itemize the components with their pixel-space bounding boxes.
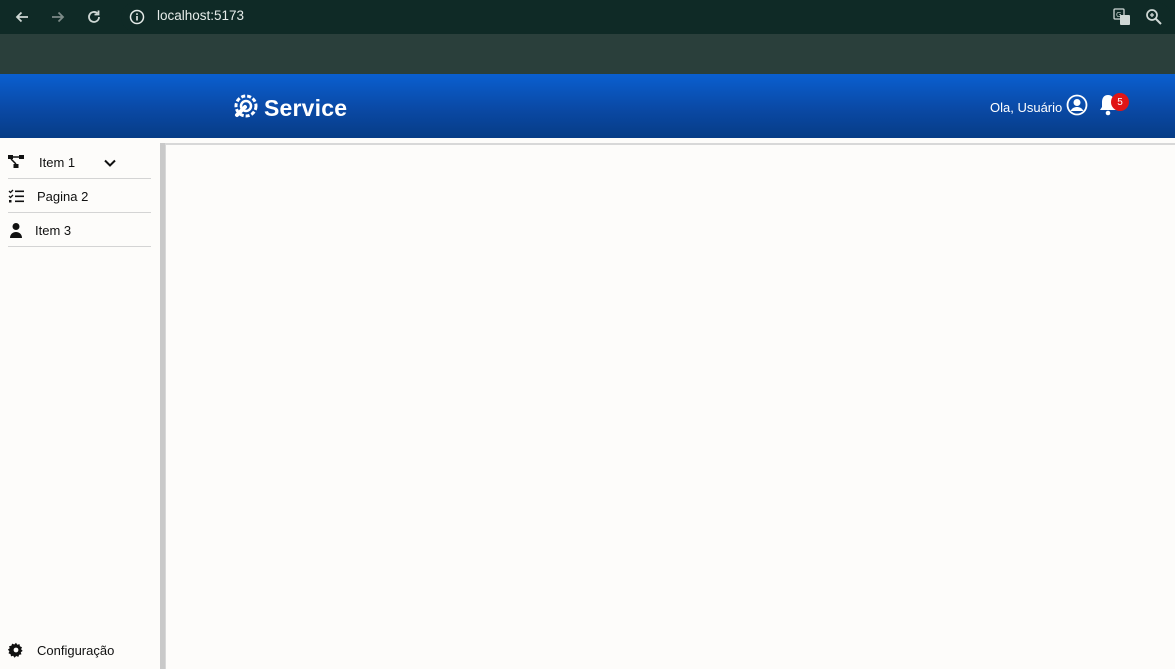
address-bar[interactable]: localhost:5173 — [121, 2, 1171, 32]
checklist-icon — [8, 188, 24, 204]
app-header: Service Ola, Usuário 5 — [0, 74, 1175, 138]
gear-icon — [7, 642, 24, 658]
wrench-gear-icon — [232, 92, 260, 124]
reload-icon[interactable] — [82, 6, 106, 28]
notification-badge[interactable]: 5 — [1111, 93, 1129, 111]
hierarchy-icon — [8, 154, 24, 170]
browser-toolbar: localhost:5173 G — [0, 0, 1175, 34]
person-icon — [8, 222, 24, 238]
url-text[interactable]: localhost:5173 — [157, 8, 244, 23]
sidebar-item-configuracao[interactable]: Configuração — [7, 641, 151, 661]
svg-text:G: G — [1116, 11, 1121, 19]
user-avatar-icon[interactable] — [1066, 94, 1088, 116]
user-greeting: Ola, Usuário — [990, 100, 1063, 115]
brand-logo[interactable]: Service — [232, 92, 347, 124]
browser-tab-strip — [0, 34, 1175, 74]
sidebar-item-label: Item 1 — [39, 155, 76, 170]
zoom-icon[interactable] — [1145, 8, 1163, 26]
sidebar: Item 1 Pagina 2 Item 3 Configuração — [0, 143, 160, 669]
sidebar-item-1[interactable]: Item 1 — [8, 145, 151, 179]
forward-arrow-icon[interactable] — [46, 6, 70, 28]
site-info-icon[interactable] — [129, 9, 145, 25]
sidebar-item-label: Configuração — [37, 643, 115, 658]
back-arrow-icon[interactable] — [10, 6, 34, 28]
sidebar-item-pagina-2[interactable]: Pagina 2 — [8, 179, 151, 213]
main-content — [165, 143, 1175, 669]
sidebar-item-3[interactable]: Item 3 — [8, 213, 151, 247]
chevron-down-icon[interactable] — [103, 155, 117, 169]
brand-name: Service — [264, 94, 348, 121]
sidebar-item-label: Item 3 — [35, 223, 72, 238]
sidebar-item-label: Pagina 2 — [37, 189, 89, 204]
translate-icon[interactable]: G — [1113, 8, 1131, 26]
